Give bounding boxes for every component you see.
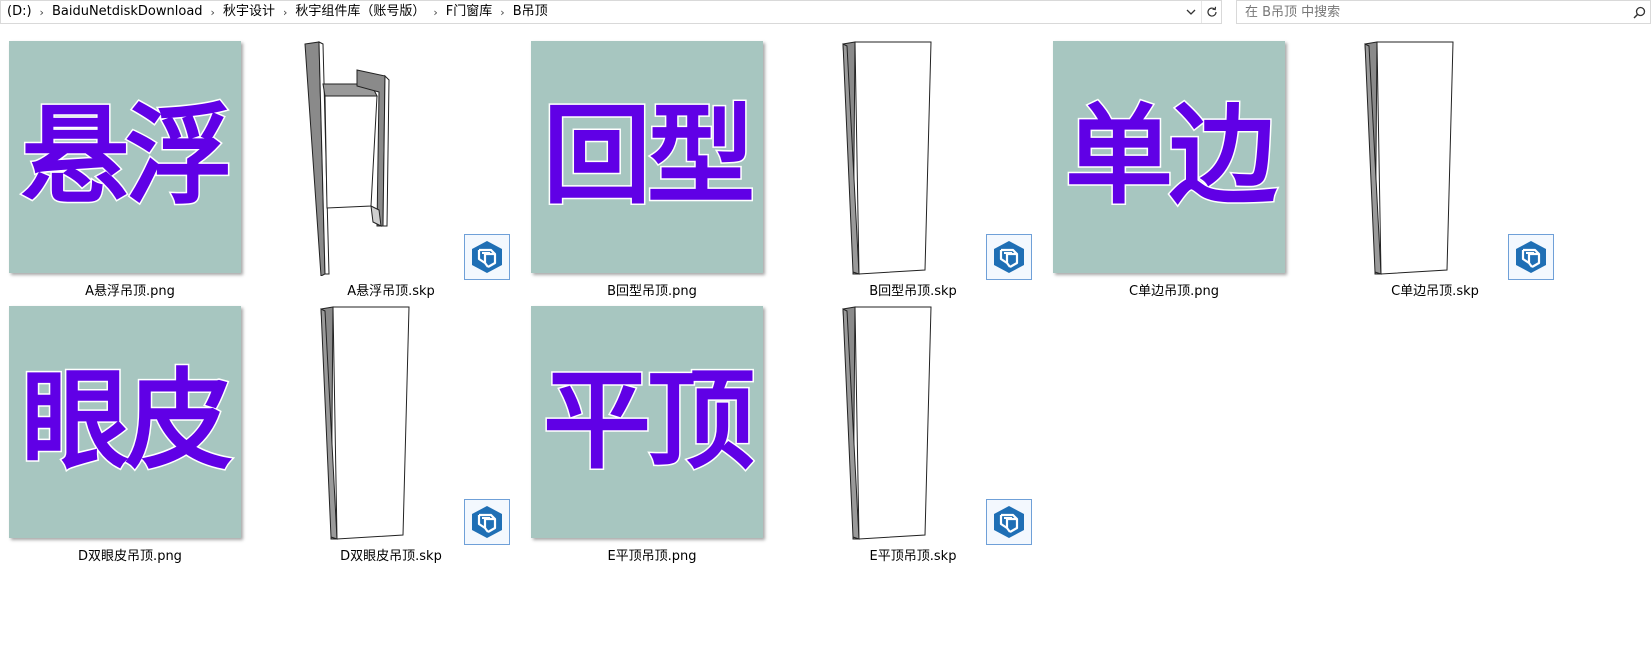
file-item[interactable]: 眼皮 D双眼皮吊顶.png xyxy=(0,305,260,565)
file-item[interactable]: 悬浮 A悬浮吊顶.png xyxy=(0,40,260,300)
file-item[interactable]: C单边吊顶.skp xyxy=(1305,40,1565,300)
breadcrumb-baidunetdisk[interactable]: BaiduNetdiskDownload xyxy=(46,1,209,23)
file-thumbnail[interactable] xyxy=(1305,40,1565,280)
file-thumbnail[interactable]: 回型 xyxy=(522,40,782,276)
breadcrumb-library[interactable]: 秋宇组件库（账号版） xyxy=(289,1,431,23)
image-preview: 眼皮 xyxy=(9,306,241,538)
file-name[interactable]: A悬浮吊顶.skp xyxy=(261,280,521,299)
sketchup-logo-icon xyxy=(464,234,510,280)
search-input[interactable] xyxy=(1237,2,1628,22)
breadcrumb-doors-windows[interactable]: F门窗库 xyxy=(440,1,498,23)
model-preview xyxy=(1345,40,1485,276)
sketchup-logo-icon xyxy=(464,499,510,545)
model-preview xyxy=(823,40,963,276)
preview-text: 回型 xyxy=(541,94,756,219)
file-name[interactable]: B回型吊顶.png xyxy=(522,280,782,299)
preview-text: 眼皮 xyxy=(19,359,234,484)
image-preview: 平顶 xyxy=(531,306,763,538)
image-preview: 悬浮 xyxy=(9,41,241,273)
preview-text: 单边 xyxy=(1063,94,1278,219)
file-item[interactable]: 回型 B回型吊顶.png xyxy=(522,40,782,300)
address-bar[interactable]: (D:) › BaiduNetdiskDownload › 秋宇设计 › 秋宇组… xyxy=(0,0,1222,24)
toolbar: (D:) › BaiduNetdiskDownload › 秋宇设计 › 秋宇组… xyxy=(0,0,1651,24)
breadcrumb-ceiling[interactable]: B吊顶 xyxy=(507,1,554,23)
file-thumbnail[interactable] xyxy=(783,305,1043,545)
file-item[interactable]: B回型吊顶.skp xyxy=(783,40,1043,300)
sketchup-logo-icon xyxy=(986,234,1032,280)
file-name[interactable]: B回型吊顶.skp xyxy=(783,280,1043,299)
file-name[interactable]: C单边吊顶.png xyxy=(1044,280,1304,299)
sketchup-logo-icon xyxy=(1508,234,1554,280)
chevron-down-icon[interactable] xyxy=(1181,1,1201,23)
breadcrumb-drive[interactable]: (D:) xyxy=(1,1,38,23)
file-thumbnail[interactable] xyxy=(783,40,1043,280)
file-item[interactable]: E平顶吊顶.skp xyxy=(783,305,1043,565)
search-box[interactable] xyxy=(1236,0,1651,24)
file-name[interactable]: A悬浮吊顶.png xyxy=(0,280,260,299)
file-thumbnail[interactable] xyxy=(261,40,521,280)
file-name[interactable]: E平顶吊顶.png xyxy=(522,545,782,564)
file-item[interactable]: A悬浮吊顶.skp xyxy=(261,40,521,300)
chevron-right-icon[interactable]: › xyxy=(38,6,46,19)
file-name[interactable]: E平顶吊顶.skp xyxy=(783,545,1043,564)
file-name[interactable]: C单边吊顶.skp xyxy=(1305,280,1565,299)
chevron-right-icon[interactable]: › xyxy=(431,6,439,19)
file-name[interactable]: D双眼皮吊顶.png xyxy=(0,545,260,564)
breadcrumb-design[interactable]: 秋宇设计 xyxy=(217,1,281,23)
file-thumbnail[interactable] xyxy=(261,305,521,545)
preview-text: 悬浮 xyxy=(19,94,234,219)
search-icon[interactable] xyxy=(1628,6,1650,19)
image-preview: 单边 xyxy=(1053,41,1285,273)
model-preview xyxy=(301,40,441,277)
image-preview: 回型 xyxy=(531,41,763,273)
sketchup-logo-icon xyxy=(986,499,1032,545)
chevron-right-icon[interactable]: › xyxy=(209,6,217,19)
refresh-icon[interactable] xyxy=(1201,1,1221,23)
model-preview xyxy=(301,305,441,541)
file-name[interactable]: D双眼皮吊顶.skp xyxy=(261,545,521,564)
file-thumbnail[interactable]: 悬浮 xyxy=(0,40,260,276)
file-thumbnail[interactable]: 眼皮 xyxy=(0,305,260,541)
file-item[interactable]: 平顶 E平顶吊顶.png xyxy=(522,305,782,565)
file-thumbnail[interactable]: 单边 xyxy=(1044,40,1304,276)
model-preview xyxy=(823,305,963,541)
file-item[interactable]: D双眼皮吊顶.skp xyxy=(261,305,521,565)
chevron-right-icon[interactable]: › xyxy=(498,6,506,19)
chevron-right-icon[interactable]: › xyxy=(281,6,289,19)
preview-text: 平顶 xyxy=(541,359,756,484)
file-item[interactable]: 单边 C单边吊顶.png xyxy=(1044,40,1304,300)
file-thumbnail[interactable]: 平顶 xyxy=(522,305,782,541)
